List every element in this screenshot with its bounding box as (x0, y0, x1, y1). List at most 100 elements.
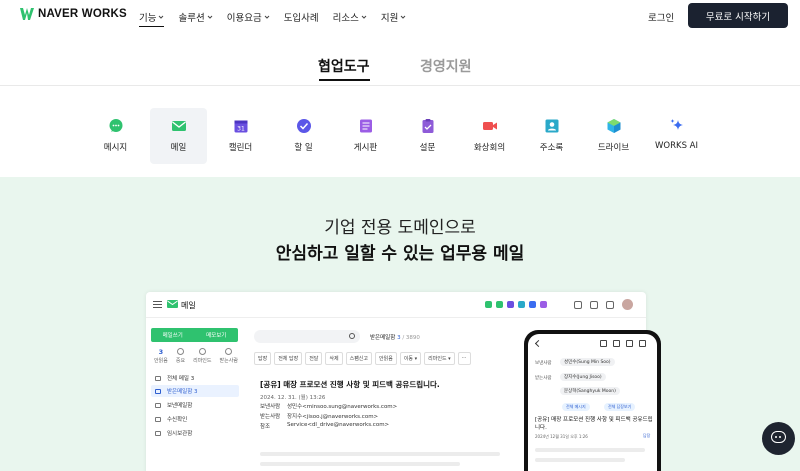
check-icon (155, 416, 161, 422)
folder-sent: 보낸메일함 (151, 399, 239, 411)
counter-label: 리마인드 (193, 358, 212, 364)
task-icon (296, 119, 311, 133)
counter-label: 안읽음 (154, 358, 168, 364)
nav-label: 리소스 (332, 12, 359, 24)
from-label: 보낸사람 (260, 404, 281, 410)
folder-receipt: 수신확인 (151, 413, 239, 425)
toolbar-reply: 답장 (254, 352, 272, 365)
nav-label: 기능 (139, 12, 157, 24)
drive-icon (529, 301, 536, 308)
gear-icon (606, 300, 614, 309)
hero-subtitle: 기업 전용 도메인으로 (324, 218, 476, 238)
folder-label: 받은메일함 3 (167, 389, 198, 395)
text-placeholder (535, 458, 625, 462)
bell-icon (590, 300, 598, 309)
toolbar-spam: 스팸신고 (345, 352, 373, 365)
drive-icon (607, 119, 620, 133)
feature-video[interactable]: 화상회의 (461, 108, 518, 164)
phone-to-chip: 문상혁(Sanghyuk Moon) (560, 387, 620, 395)
inbox-icon (155, 375, 161, 381)
divider (0, 85, 800, 86)
nav-item-resources[interactable]: 리소스 (333, 0, 367, 33)
phone-date: 2024년 12월 31일 오후 1:26 (535, 434, 588, 439)
contacts-icon (545, 119, 558, 133)
feature-calendar[interactable]: 31 캘린더 (212, 108, 269, 164)
feature-mail[interactable]: 메일 (150, 108, 207, 164)
feature-message[interactable]: 메시지 (87, 108, 144, 164)
chevron-down-icon (361, 15, 367, 19)
folder-icon (613, 340, 620, 347)
app-tools (574, 299, 633, 310)
nav-item-pricing[interactable]: 이용요금 (227, 0, 270, 33)
search-icon (574, 300, 582, 309)
contacts-icon (518, 301, 525, 308)
start-free-button[interactable]: 무료로 시작하기 (688, 3, 788, 28)
naver-works-logo-icon (20, 8, 34, 20)
phone-reply: 답장 (643, 433, 651, 438)
counter-unread: 3 안읽음 (154, 348, 168, 364)
mail-date: 2024. 12. 31. (월) 13:26 (260, 395, 326, 401)
phone-to-chip: 장지수(Jung Jisoo) (560, 373, 606, 381)
hero-title: 안심하고 일할 수 있는 업무용 메일 (275, 244, 525, 264)
message-icon (109, 119, 122, 132)
chat-bubble-icon (771, 431, 786, 443)
survey-icon (422, 119, 433, 133)
tab-collaboration[interactable]: 협업도구 (318, 56, 370, 76)
feature-board[interactable]: 게시판 (337, 108, 394, 164)
toolbar-unread: 안읽음 (375, 352, 397, 365)
nav-label: 이용요금 (226, 12, 262, 24)
folder-label: 수신확인 (167, 417, 188, 423)
folder-label: 임시보관함 (167, 431, 193, 437)
nav-item-solutions[interactable]: 솔루션 (178, 0, 213, 33)
nav-item-cases[interactable]: 도입사례 (284, 0, 319, 33)
chat-dots (775, 436, 777, 438)
board-icon (540, 301, 547, 308)
to-label: 받는사람 (260, 414, 281, 420)
feature-contacts[interactable]: 주소록 (523, 108, 580, 164)
toolbar-delete: 삭제 (325, 352, 343, 365)
tab-management[interactable]: 경영지원 (420, 56, 472, 76)
folder-drafts: 임시보관함 (151, 427, 239, 439)
feature-label: 메시지 (103, 143, 128, 153)
toolbar-move: 이동 ▾ (399, 352, 422, 365)
main-nav: 기능 솔루션 이용요금 도입사례 리소스 지원 (139, 0, 420, 33)
mail-icon (167, 300, 178, 308)
compose-button: 메일쓰기 (162, 333, 183, 339)
feature-task[interactable]: 할 일 (275, 108, 332, 164)
feature-label: WORKS AI (655, 141, 698, 151)
calendar-icon (507, 301, 514, 308)
folder-all: 전체 메일 3 (151, 372, 239, 384)
clock-icon (198, 348, 206, 355)
trash-icon (626, 340, 633, 347)
app-switcher (485, 301, 547, 308)
svg-text:31: 31 (237, 126, 245, 133)
counter-label: 받는사람 (219, 358, 238, 364)
feature-works-ai[interactable]: WORKS AI (648, 108, 705, 164)
toolbar-reply-all: 전체 답장 (274, 352, 303, 365)
phone-from-chip: 성민수(Sung Min Soo) (560, 358, 615, 366)
avatar (622, 299, 633, 310)
feature-drive[interactable]: 드라이브 (585, 108, 642, 164)
cc-value: Service<dl_drive@naverworks.com> (287, 422, 390, 428)
feature-label: 할 일 (294, 143, 313, 153)
hamburger-icon (153, 301, 162, 308)
feature-survey[interactable]: 설문 (399, 108, 456, 164)
chevron-down-icon (264, 15, 270, 19)
top-header: NAVER WORKS 기능 솔루션 이용요금 도입사례 리소스 지원 로그인 … (0, 0, 800, 33)
feature-label: 게시판 (353, 143, 378, 153)
app-title: 메일 (181, 301, 196, 310)
nav-label: 도입사례 (283, 12, 319, 24)
toolbar-remind: 리마인드 ▾ (424, 352, 455, 365)
brand-logo[interactable]: NAVER WORKS (20, 8, 127, 20)
send-icon (155, 402, 161, 408)
person-icon (225, 348, 233, 355)
login-link[interactable]: 로그인 (648, 10, 674, 24)
nav-item-features[interactable]: 기능 (139, 0, 165, 33)
cc-label: 참조 (260, 424, 271, 430)
text-placeholder (260, 462, 460, 466)
chat-support-button[interactable] (762, 422, 795, 455)
phone-toolbar (600, 340, 646, 347)
nav-item-support[interactable]: 지원 (381, 0, 406, 33)
from-value: 성민수<minsoo.sung@naverworks.com> (287, 404, 398, 410)
phone-chip-reply-all: 전체 답장보기 (604, 403, 636, 411)
